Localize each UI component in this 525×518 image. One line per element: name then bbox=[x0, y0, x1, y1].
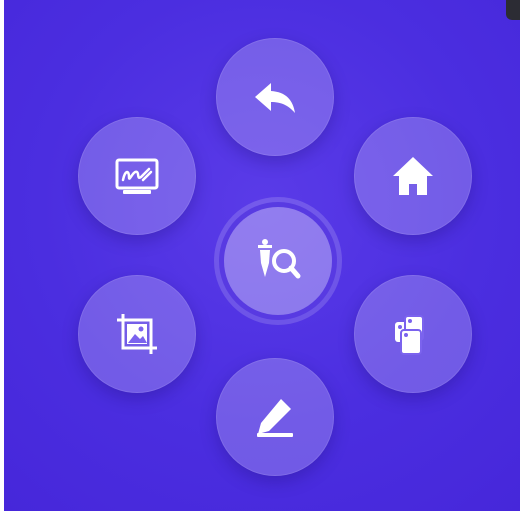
annotate-button[interactable] bbox=[216, 358, 334, 476]
window-corner-handle bbox=[506, 0, 520, 20]
magnifier-tool-icon bbox=[258, 239, 301, 279]
radial-menu-panel bbox=[4, 0, 520, 511]
whiteboard-scribble-icon bbox=[115, 158, 159, 194]
undo-arrow-icon bbox=[255, 83, 295, 113]
pen-icon bbox=[257, 399, 293, 437]
home-button[interactable] bbox=[354, 117, 472, 235]
pages-button[interactable] bbox=[354, 275, 472, 393]
crop-image-icon bbox=[117, 314, 157, 354]
whiteboard-button[interactable] bbox=[78, 117, 196, 235]
home-icon bbox=[393, 157, 433, 195]
inspect-button[interactable] bbox=[224, 207, 332, 315]
back-button[interactable] bbox=[216, 38, 334, 156]
stacked-pages-icon bbox=[395, 315, 424, 355]
crop-image-button[interactable] bbox=[78, 275, 196, 393]
